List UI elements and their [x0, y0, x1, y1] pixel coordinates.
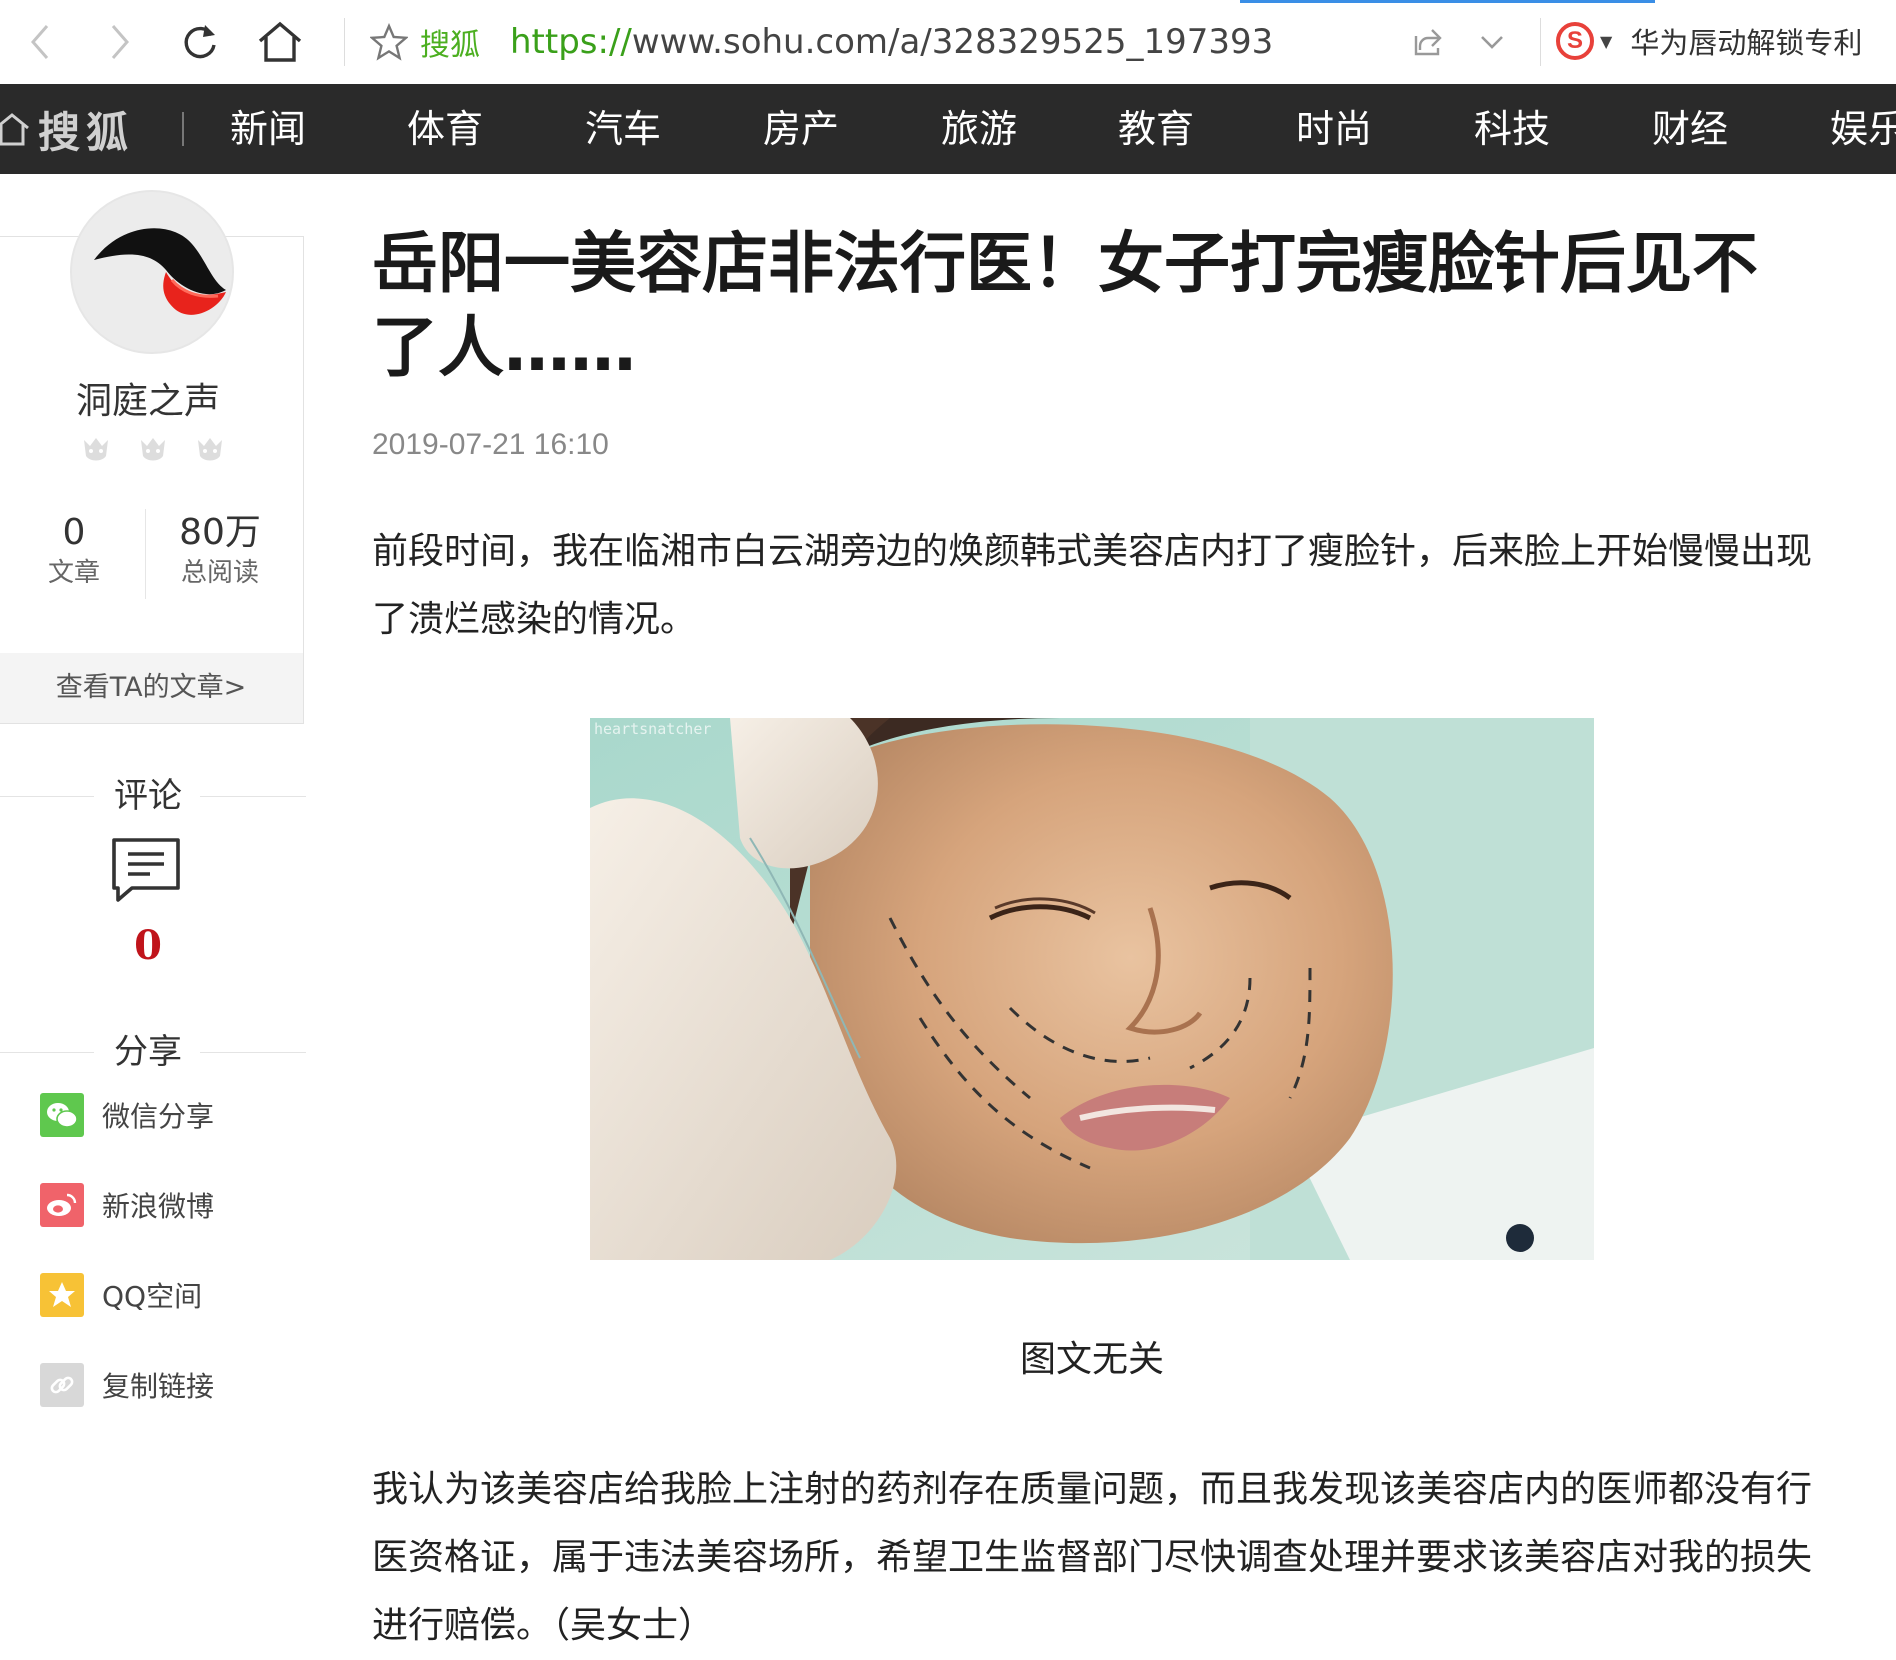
link-icon	[40, 1363, 84, 1407]
toolbar-divider	[1540, 18, 1541, 66]
comments-section-header: 评论	[0, 776, 306, 816]
share-weibo-label: 新浪微博	[102, 1190, 215, 1223]
nav-item-fashion[interactable]: 时尚	[1296, 84, 1372, 174]
author-badges	[78, 432, 228, 468]
nav-item-tech[interactable]: 科技	[1474, 84, 1550, 174]
article-date: 2019-07-21 16:10	[372, 428, 609, 461]
stat-articles: 0 文章	[0, 511, 149, 591]
badge-icon	[198, 438, 222, 461]
home-button[interactable]	[254, 16, 306, 68]
chevron-down-icon	[1481, 36, 1503, 49]
article-photo	[590, 718, 1594, 1260]
url-text: www.sohu.com/a/328329525_197393	[631, 22, 1274, 62]
back-button[interactable]	[14, 16, 66, 68]
nav-item-travel[interactable]: 旅游	[941, 84, 1017, 174]
back-icon	[31, 25, 49, 59]
avatar[interactable]	[70, 190, 234, 354]
share-qzone[interactable]: QQ空间	[40, 1272, 202, 1318]
nav-item-auto[interactable]: 汽车	[585, 84, 661, 174]
nav-item-finance[interactable]: 财经	[1652, 84, 1728, 174]
nav-item-news[interactable]: 新闻	[230, 84, 306, 174]
badge-icon	[141, 438, 165, 461]
article-title: 岳阳一美容店非法行医！女子打完瘦脸针后见不了人……	[372, 225, 1758, 386]
search-hint[interactable]: 华为唇动解锁专利	[1630, 20, 1862, 62]
sogou-icon: S	[1556, 22, 1594, 60]
article-paragraph: 我认为该美容店给我脸上注射的药剂存在质量问题，而且我发现该美容店内的医师都没有行…	[372, 1469, 1813, 1646]
sohu-logo[interactable]: 搜狐	[0, 84, 134, 174]
view-author-articles-link[interactable]: 查看TA的文章>	[0, 653, 303, 723]
toolbar-divider	[344, 18, 345, 66]
address-dropdown-button[interactable]	[1466, 16, 1518, 68]
search-engine-selector[interactable]: S ▼ 华为唇动解锁专利	[1556, 20, 1862, 62]
image-watermark: heartsnatcher	[594, 720, 712, 738]
browser-toolbar: 搜狐 https://www.sohu.com/a/328329525_1973…	[0, 0, 1896, 85]
url-protocol: https://	[510, 22, 632, 62]
star-icon[interactable]	[370, 23, 408, 61]
stat-reads: 80万 总阅读	[145, 511, 295, 591]
articles-count: 0	[62, 512, 86, 553]
address-bar[interactable]: 搜狐 https://www.sohu.com/a/328329525_1973…	[370, 16, 1273, 68]
site-navigation: 搜狐 新闻 体育 汽车 房产 旅游 教育 时尚 科技 财经 娱乐	[0, 84, 1896, 174]
caret-down-icon: ▼	[1600, 31, 1613, 51]
home-icon	[0, 113, 29, 146]
forward-icon	[111, 25, 129, 59]
reads-label: 总阅读	[180, 558, 259, 588]
nav-item-sports[interactable]: 体育	[407, 84, 483, 174]
comment-button[interactable]	[110, 836, 182, 908]
reads-count: 80万	[179, 512, 261, 553]
comments-title: 评论	[114, 776, 182, 816]
share-weibo[interactable]: 新浪微博	[40, 1182, 214, 1228]
share-section-header: 分享	[0, 1032, 306, 1072]
nav-item-entertainment[interactable]: 娱乐	[1830, 84, 1896, 174]
comment-icon	[112, 838, 180, 902]
comment-count[interactable]: 0	[0, 922, 296, 969]
logo-text: 搜狐	[38, 107, 135, 157]
share-icon	[1414, 29, 1442, 56]
weibo-icon	[40, 1183, 84, 1227]
author-name[interactable]: 洞庭之声	[0, 372, 296, 424]
share-wechat-label: 微信分享	[102, 1100, 215, 1133]
share-qzone-label: QQ空间	[102, 1280, 203, 1313]
share-title: 分享	[114, 1032, 182, 1072]
reload-icon	[184, 25, 216, 59]
forward-button[interactable]	[94, 16, 146, 68]
badge-icon	[84, 438, 108, 461]
nav-item-education[interactable]: 教育	[1118, 84, 1194, 174]
share-copy-link[interactable]: 复制链接	[40, 1362, 214, 1408]
site-name-label: 搜狐	[420, 28, 480, 63]
nav-item-realestate[interactable]: 房产	[763, 84, 839, 174]
author-logo-icon	[94, 228, 226, 315]
wechat-icon	[40, 1093, 84, 1137]
share-copy-link-label: 复制链接	[102, 1370, 215, 1403]
loading-indicator	[1240, 0, 1655, 3]
nav-divider	[182, 112, 184, 146]
reload-button[interactable]	[174, 16, 226, 68]
image-caption: 图文无关	[1019, 1339, 1164, 1380]
share-wechat[interactable]: 微信分享	[40, 1092, 214, 1138]
qzone-icon	[40, 1273, 84, 1317]
home-icon	[258, 21, 302, 62]
article-paragraph: 前段时间，我在临湘市白云湖旁边的焕颜韩式美容店内打了瘦脸针，后来脸上开始慢慢出现…	[372, 531, 1813, 640]
article-image: heartsnatcher	[590, 718, 1594, 1260]
share-page-button[interactable]	[1402, 16, 1454, 68]
articles-label: 文章	[47, 558, 100, 588]
